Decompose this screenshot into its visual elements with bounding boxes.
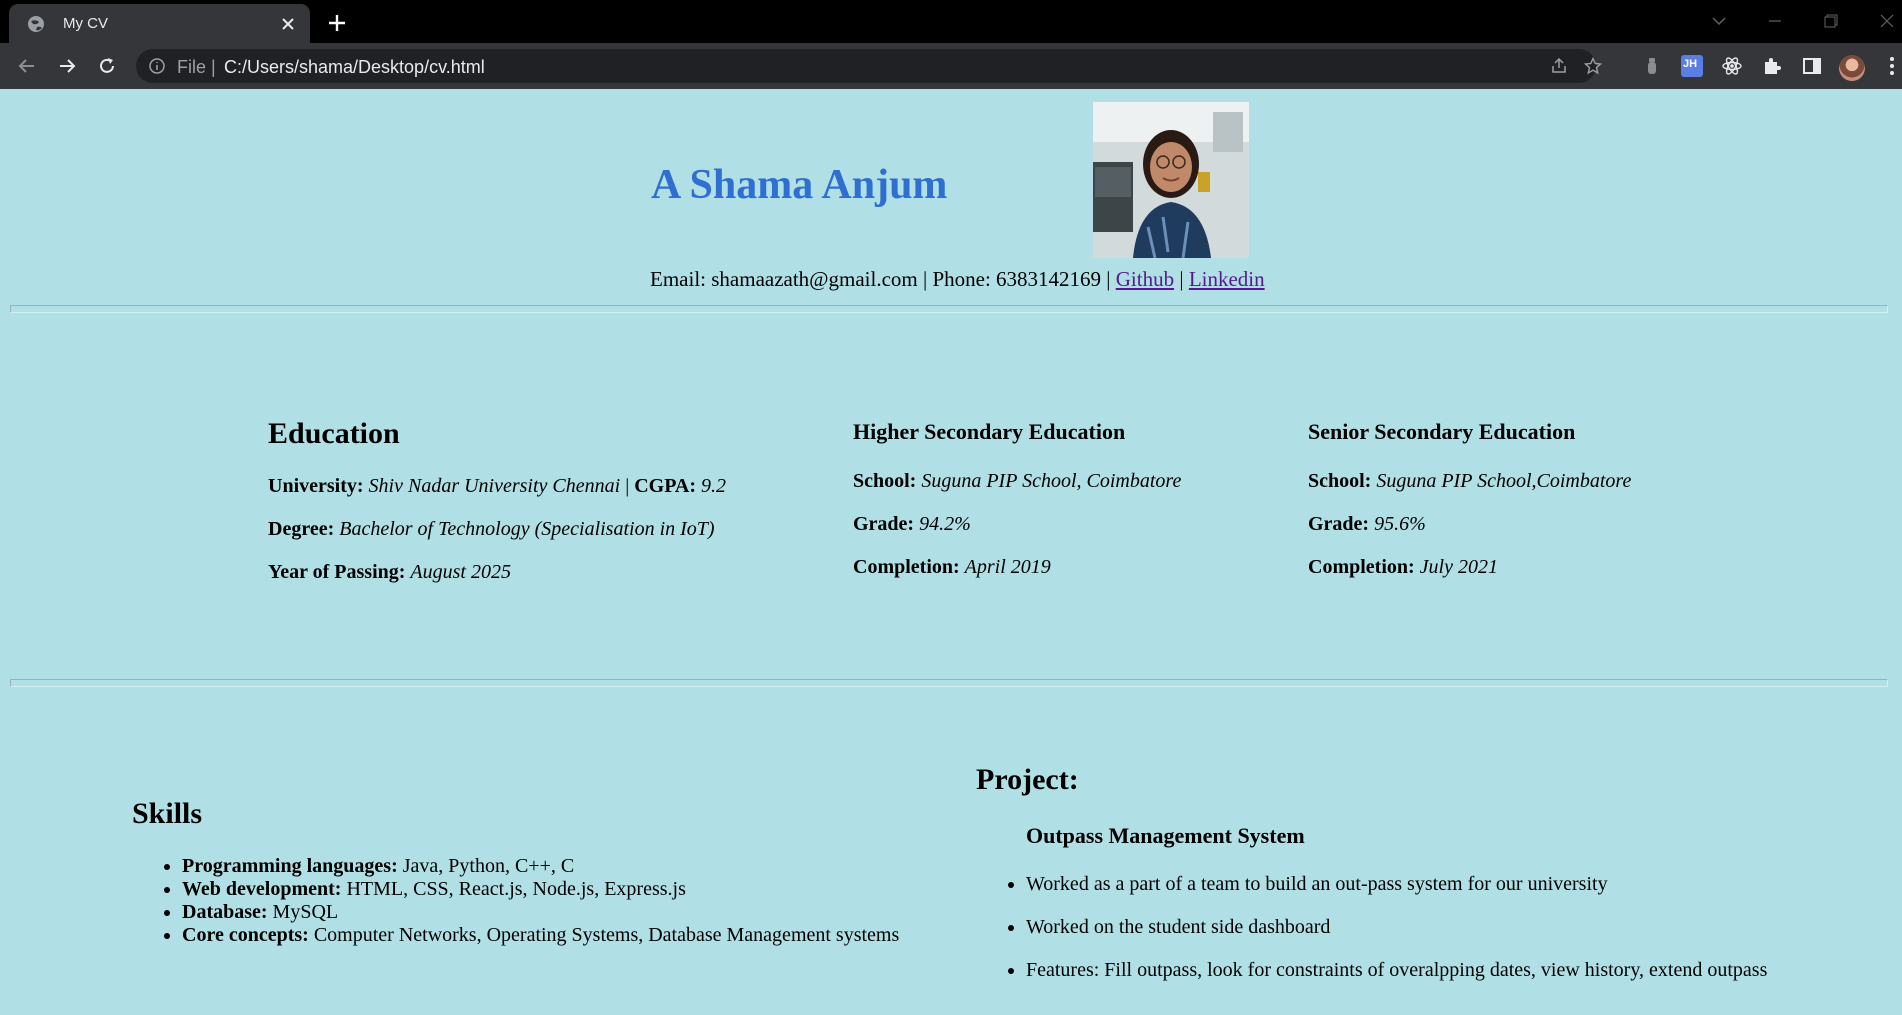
cgpa-value: 9.2 <box>701 475 727 497</box>
skill-item: Core concepts: Computer Networks, Operat… <box>182 924 899 947</box>
year-label: Year of Passing: <box>268 561 406 583</box>
hs-school-value: Suguna PIP School, Coimbatore <box>921 470 1182 492</box>
contact-separator: | <box>1179 267 1184 291</box>
skill-value: MySQL <box>272 901 339 923</box>
ss-school-label: School: <box>1308 470 1372 492</box>
share-icon[interactable] <box>1549 56 1569 76</box>
hs-school-label: School: <box>853 470 917 492</box>
hs-grade-label: Grade: <box>853 513 915 535</box>
github-link[interactable]: Github <box>1116 267 1174 291</box>
education-university: University: Shiv Nadar University Chenna… <box>268 475 726 498</box>
ss-completion-value: July 2021 <box>1419 556 1498 578</box>
close-window-icon[interactable] <box>1874 8 1900 34</box>
profile-photo <box>1093 102 1249 258</box>
skill-item: Web development: HTML, CSS, React.js, No… <box>182 878 899 901</box>
ss-school: School: Suguna PIP School,Coimbatore <box>1308 470 1631 493</box>
hs-completion-value: April 2019 <box>964 556 1051 578</box>
cv-name-heading: A Shama Anjum <box>651 162 948 208</box>
bookmark-star-icon[interactable] <box>1583 56 1603 76</box>
extension-jar-icon[interactable] <box>1640 54 1664 78</box>
browser-tab[interactable]: My CV <box>9 4 310 43</box>
ss-grade: Grade: 95.6% <box>1308 513 1426 536</box>
skill-label: Programming languages: <box>182 855 398 877</box>
ss-grade-value: 95.6% <box>1374 513 1426 535</box>
degree-label: Degree: <box>268 518 335 540</box>
extensions-puzzle-icon[interactable] <box>1760 54 1784 78</box>
skill-item: Database: MySQL <box>182 901 899 924</box>
education-year: Year of Passing: August 2025 <box>268 561 511 584</box>
senior-secondary-heading: Senior Secondary Education <box>1308 419 1576 444</box>
info-icon[interactable] <box>148 57 166 75</box>
year-value: August 2025 <box>410 561 511 583</box>
hs-school: School: Suguna PIP School, Coimbatore <box>853 470 1181 493</box>
side-panel-icon[interactable] <box>1800 54 1824 78</box>
reload-icon[interactable] <box>93 52 121 80</box>
restore-icon[interactable] <box>1818 8 1844 34</box>
divider-top <box>10 305 1888 313</box>
skills-heading: Skills <box>132 797 203 830</box>
contact-email-phone: Email: shamaazath@gmail.com | Phone: 638… <box>650 267 1111 291</box>
contact-line: Email: shamaazath@gmail.com | Phone: 638… <box>650 267 1265 292</box>
education-degree: Degree: Bachelor of Technology (Speciali… <box>268 518 715 541</box>
minimize-icon[interactable] <box>1762 8 1788 34</box>
browser-tab-bar: My CV <box>0 0 1902 43</box>
back-icon[interactable] <box>13 52 41 80</box>
project-details-list: Worked as a part of a team to build an o… <box>990 873 1767 1002</box>
close-tab-icon[interactable] <box>278 14 298 34</box>
project-detail-item: Worked as a part of a team to build an o… <box>1026 873 1767 896</box>
skills-list: Programming languages: Java, Python, C++… <box>145 855 899 947</box>
project-detail-item: Worked on the student side dashboard <box>1026 916 1767 939</box>
skill-value: HTML, CSS, React.js, Node.js, Express.js <box>346 878 686 900</box>
degree-value: Bachelor of Technology (Specialisation i… <box>339 518 715 540</box>
react-devtools-icon[interactable] <box>1720 54 1744 78</box>
tab-title: My CV <box>63 15 108 32</box>
hs-grade-value: 94.2% <box>919 513 971 535</box>
forward-icon[interactable] <box>53 52 81 80</box>
hs-grade: Grade: 94.2% <box>853 513 971 536</box>
cv-page: A Shama Anjum Email: shamaazath@gmail.co… <box>0 89 1902 1015</box>
skill-value: Computer Networks, Operating Systems, Da… <box>313 924 900 946</box>
url-text[interactable]: C:/Users/shama/Desktop/cv.html <box>224 57 485 78</box>
address-bar[interactable]: File | C:/Users/shama/Desktop/cv.html <box>136 49 1602 83</box>
extension-jh-label: JH <box>1683 58 1698 70</box>
education-heading: Education <box>268 417 400 450</box>
url-separator: | <box>211 57 216 77</box>
project-name: Outpass Management System <box>1026 823 1305 848</box>
university-value: Shiv Nadar University Chennai <box>368 475 621 497</box>
cgpa-label: CGPA: <box>634 475 697 497</box>
linkedin-link[interactable]: Linkedin <box>1189 267 1265 291</box>
university-label: University: <box>268 475 364 497</box>
new-tab-icon[interactable] <box>324 10 350 36</box>
ss-grade-label: Grade: <box>1308 513 1370 535</box>
skill-label: Web development: <box>182 878 342 900</box>
skill-label: Database: <box>182 901 268 923</box>
university-pipe: | <box>625 475 630 497</box>
project-heading: Project: <box>976 763 1079 796</box>
tab-search-chevron-icon[interactable] <box>1706 8 1732 34</box>
url-scheme: File <box>177 57 207 77</box>
skill-value: Java, Python, C++, C <box>402 855 575 877</box>
profile-avatar[interactable] <box>1839 55 1865 81</box>
skill-item: Programming languages: Java, Python, C++… <box>182 855 899 878</box>
ss-school-value: Suguna PIP School,Coimbatore <box>1376 470 1632 492</box>
ss-completion: Completion: July 2021 <box>1308 556 1498 579</box>
browser-toolbar: File | C:/Users/shama/Desktop/cv.html JH <box>0 43 1902 89</box>
menu-kebab-icon[interactable] <box>1880 54 1902 78</box>
higher-secondary-heading: Higher Secondary Education <box>853 419 1126 444</box>
extension-jh-icon[interactable]: JH <box>1680 54 1704 78</box>
skill-label: Core concepts: <box>182 924 309 946</box>
hs-completion: Completion: April 2019 <box>853 556 1051 579</box>
globe-icon <box>26 14 46 34</box>
ss-completion-label: Completion: <box>1308 556 1415 578</box>
hs-completion-label: Completion: <box>853 556 960 578</box>
project-detail-item: Features: Fill outpass, look for constra… <box>1026 959 1767 982</box>
divider-middle <box>10 679 1888 687</box>
